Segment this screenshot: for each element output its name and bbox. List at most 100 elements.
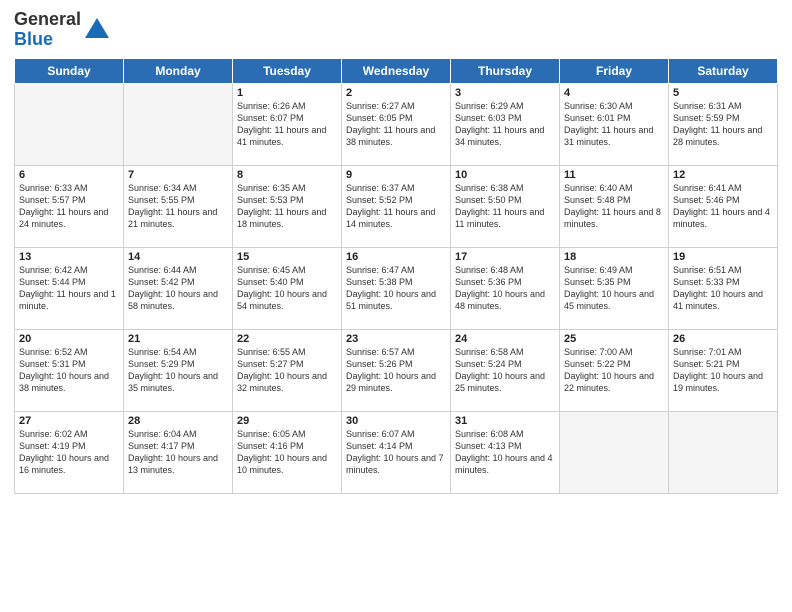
calendar-cell: 6Sunrise: 6:33 AMSunset: 5:57 PMDaylight… — [15, 165, 124, 247]
day-number: 28 — [128, 415, 228, 427]
day-number: 19 — [673, 251, 773, 263]
calendar-cell: 19Sunrise: 6:51 AMSunset: 5:33 PMDayligh… — [669, 247, 778, 329]
calendar-cell: 28Sunrise: 6:04 AMSunset: 4:17 PMDayligh… — [124, 411, 233, 493]
day-header-wednesday: Wednesday — [342, 58, 451, 83]
calendar-cell: 29Sunrise: 6:05 AMSunset: 4:16 PMDayligh… — [233, 411, 342, 493]
calendar-cell: 9Sunrise: 6:37 AMSunset: 5:52 PMDaylight… — [342, 165, 451, 247]
calendar-cell: 7Sunrise: 6:34 AMSunset: 5:55 PMDaylight… — [124, 165, 233, 247]
cell-info: Sunrise: 6:29 AMSunset: 6:03 PMDaylight:… — [455, 100, 555, 149]
calendar-cell: 20Sunrise: 6:52 AMSunset: 5:31 PMDayligh… — [15, 329, 124, 411]
week-row-2: 13Sunrise: 6:42 AMSunset: 5:44 PMDayligh… — [15, 247, 778, 329]
cell-info: Sunrise: 7:00 AMSunset: 5:22 PMDaylight:… — [564, 346, 664, 395]
day-number: 27 — [19, 415, 119, 427]
day-number: 20 — [19, 333, 119, 345]
day-number: 10 — [455, 169, 555, 181]
cell-info: Sunrise: 6:05 AMSunset: 4:16 PMDaylight:… — [237, 428, 337, 477]
cell-info: Sunrise: 6:31 AMSunset: 5:59 PMDaylight:… — [673, 100, 773, 149]
day-number: 18 — [564, 251, 664, 263]
calendar-cell — [669, 411, 778, 493]
cell-info: Sunrise: 6:35 AMSunset: 5:53 PMDaylight:… — [237, 182, 337, 231]
cell-info: Sunrise: 6:38 AMSunset: 5:50 PMDaylight:… — [455, 182, 555, 231]
cell-info: Sunrise: 6:42 AMSunset: 5:44 PMDaylight:… — [19, 264, 119, 313]
day-number: 15 — [237, 251, 337, 263]
calendar-cell: 13Sunrise: 6:42 AMSunset: 5:44 PMDayligh… — [15, 247, 124, 329]
calendar-body: 1Sunrise: 6:26 AMSunset: 6:07 PMDaylight… — [15, 83, 778, 493]
week-row-3: 20Sunrise: 6:52 AMSunset: 5:31 PMDayligh… — [15, 329, 778, 411]
calendar-cell — [124, 83, 233, 165]
logo: General Blue — [14, 10, 111, 50]
day-number: 30 — [346, 415, 446, 427]
week-row-4: 27Sunrise: 6:02 AMSunset: 4:19 PMDayligh… — [15, 411, 778, 493]
header: General Blue — [14, 10, 778, 50]
cell-info: Sunrise: 6:49 AMSunset: 5:35 PMDaylight:… — [564, 264, 664, 313]
cell-info: Sunrise: 6:30 AMSunset: 6:01 PMDaylight:… — [564, 100, 664, 149]
calendar-cell: 23Sunrise: 6:57 AMSunset: 5:26 PMDayligh… — [342, 329, 451, 411]
cell-info: Sunrise: 6:08 AMSunset: 4:13 PMDaylight:… — [455, 428, 555, 477]
week-row-0: 1Sunrise: 6:26 AMSunset: 6:07 PMDaylight… — [15, 83, 778, 165]
calendar-cell: 1Sunrise: 6:26 AMSunset: 6:07 PMDaylight… — [233, 83, 342, 165]
cell-info: Sunrise: 6:45 AMSunset: 5:40 PMDaylight:… — [237, 264, 337, 313]
cell-info: Sunrise: 6:44 AMSunset: 5:42 PMDaylight:… — [128, 264, 228, 313]
day-header-saturday: Saturday — [669, 58, 778, 83]
day-number: 17 — [455, 251, 555, 263]
cell-info: Sunrise: 6:48 AMSunset: 5:36 PMDaylight:… — [455, 264, 555, 313]
calendar-cell: 3Sunrise: 6:29 AMSunset: 6:03 PMDaylight… — [451, 83, 560, 165]
calendar-cell: 26Sunrise: 7:01 AMSunset: 5:21 PMDayligh… — [669, 329, 778, 411]
day-number: 13 — [19, 251, 119, 263]
calendar-cell: 30Sunrise: 6:07 AMSunset: 4:14 PMDayligh… — [342, 411, 451, 493]
day-number: 24 — [455, 333, 555, 345]
day-number: 8 — [237, 169, 337, 181]
cell-info: Sunrise: 6:04 AMSunset: 4:17 PMDaylight:… — [128, 428, 228, 477]
day-number: 11 — [564, 169, 664, 181]
calendar-cell: 10Sunrise: 6:38 AMSunset: 5:50 PMDayligh… — [451, 165, 560, 247]
day-number: 14 — [128, 251, 228, 263]
calendar-cell: 14Sunrise: 6:44 AMSunset: 5:42 PMDayligh… — [124, 247, 233, 329]
calendar-cell: 2Sunrise: 6:27 AMSunset: 6:05 PMDaylight… — [342, 83, 451, 165]
calendar-cell: 17Sunrise: 6:48 AMSunset: 5:36 PMDayligh… — [451, 247, 560, 329]
cell-info: Sunrise: 6:52 AMSunset: 5:31 PMDaylight:… — [19, 346, 119, 395]
calendar-cell: 25Sunrise: 7:00 AMSunset: 5:22 PMDayligh… — [560, 329, 669, 411]
page: General Blue SundayMondayTuesdayWednesda… — [0, 0, 792, 612]
calendar-cell — [560, 411, 669, 493]
calendar-table: SundayMondayTuesdayWednesdayThursdayFrid… — [14, 58, 778, 494]
day-number: 21 — [128, 333, 228, 345]
cell-info: Sunrise: 6:57 AMSunset: 5:26 PMDaylight:… — [346, 346, 446, 395]
day-number: 2 — [346, 87, 446, 99]
calendar-cell: 24Sunrise: 6:58 AMSunset: 5:24 PMDayligh… — [451, 329, 560, 411]
week-row-1: 6Sunrise: 6:33 AMSunset: 5:57 PMDaylight… — [15, 165, 778, 247]
day-number: 4 — [564, 87, 664, 99]
logo-general: General — [14, 10, 81, 30]
logo-blue: Blue — [14, 30, 81, 50]
day-header-friday: Friday — [560, 58, 669, 83]
day-number: 16 — [346, 251, 446, 263]
day-number: 6 — [19, 169, 119, 181]
day-number: 26 — [673, 333, 773, 345]
day-number: 22 — [237, 333, 337, 345]
day-number: 7 — [128, 169, 228, 181]
cell-info: Sunrise: 7:01 AMSunset: 5:21 PMDaylight:… — [673, 346, 773, 395]
cell-info: Sunrise: 6:34 AMSunset: 5:55 PMDaylight:… — [128, 182, 228, 231]
day-number: 9 — [346, 169, 446, 181]
cell-info: Sunrise: 6:37 AMSunset: 5:52 PMDaylight:… — [346, 182, 446, 231]
logo-icon — [83, 16, 111, 44]
day-header-tuesday: Tuesday — [233, 58, 342, 83]
day-number: 29 — [237, 415, 337, 427]
cell-info: Sunrise: 6:51 AMSunset: 5:33 PMDaylight:… — [673, 264, 773, 313]
cell-info: Sunrise: 6:55 AMSunset: 5:27 PMDaylight:… — [237, 346, 337, 395]
calendar-cell: 5Sunrise: 6:31 AMSunset: 5:59 PMDaylight… — [669, 83, 778, 165]
day-number: 5 — [673, 87, 773, 99]
day-number: 12 — [673, 169, 773, 181]
day-number: 25 — [564, 333, 664, 345]
day-header-monday: Monday — [124, 58, 233, 83]
cell-info: Sunrise: 6:26 AMSunset: 6:07 PMDaylight:… — [237, 100, 337, 149]
cell-info: Sunrise: 6:58 AMSunset: 5:24 PMDaylight:… — [455, 346, 555, 395]
day-number: 1 — [237, 87, 337, 99]
cell-info: Sunrise: 6:33 AMSunset: 5:57 PMDaylight:… — [19, 182, 119, 231]
calendar-cell: 16Sunrise: 6:47 AMSunset: 5:38 PMDayligh… — [342, 247, 451, 329]
calendar-cell: 15Sunrise: 6:45 AMSunset: 5:40 PMDayligh… — [233, 247, 342, 329]
day-header-sunday: Sunday — [15, 58, 124, 83]
calendar-cell: 21Sunrise: 6:54 AMSunset: 5:29 PMDayligh… — [124, 329, 233, 411]
calendar-cell: 8Sunrise: 6:35 AMSunset: 5:53 PMDaylight… — [233, 165, 342, 247]
day-number: 23 — [346, 333, 446, 345]
cell-info: Sunrise: 6:47 AMSunset: 5:38 PMDaylight:… — [346, 264, 446, 313]
